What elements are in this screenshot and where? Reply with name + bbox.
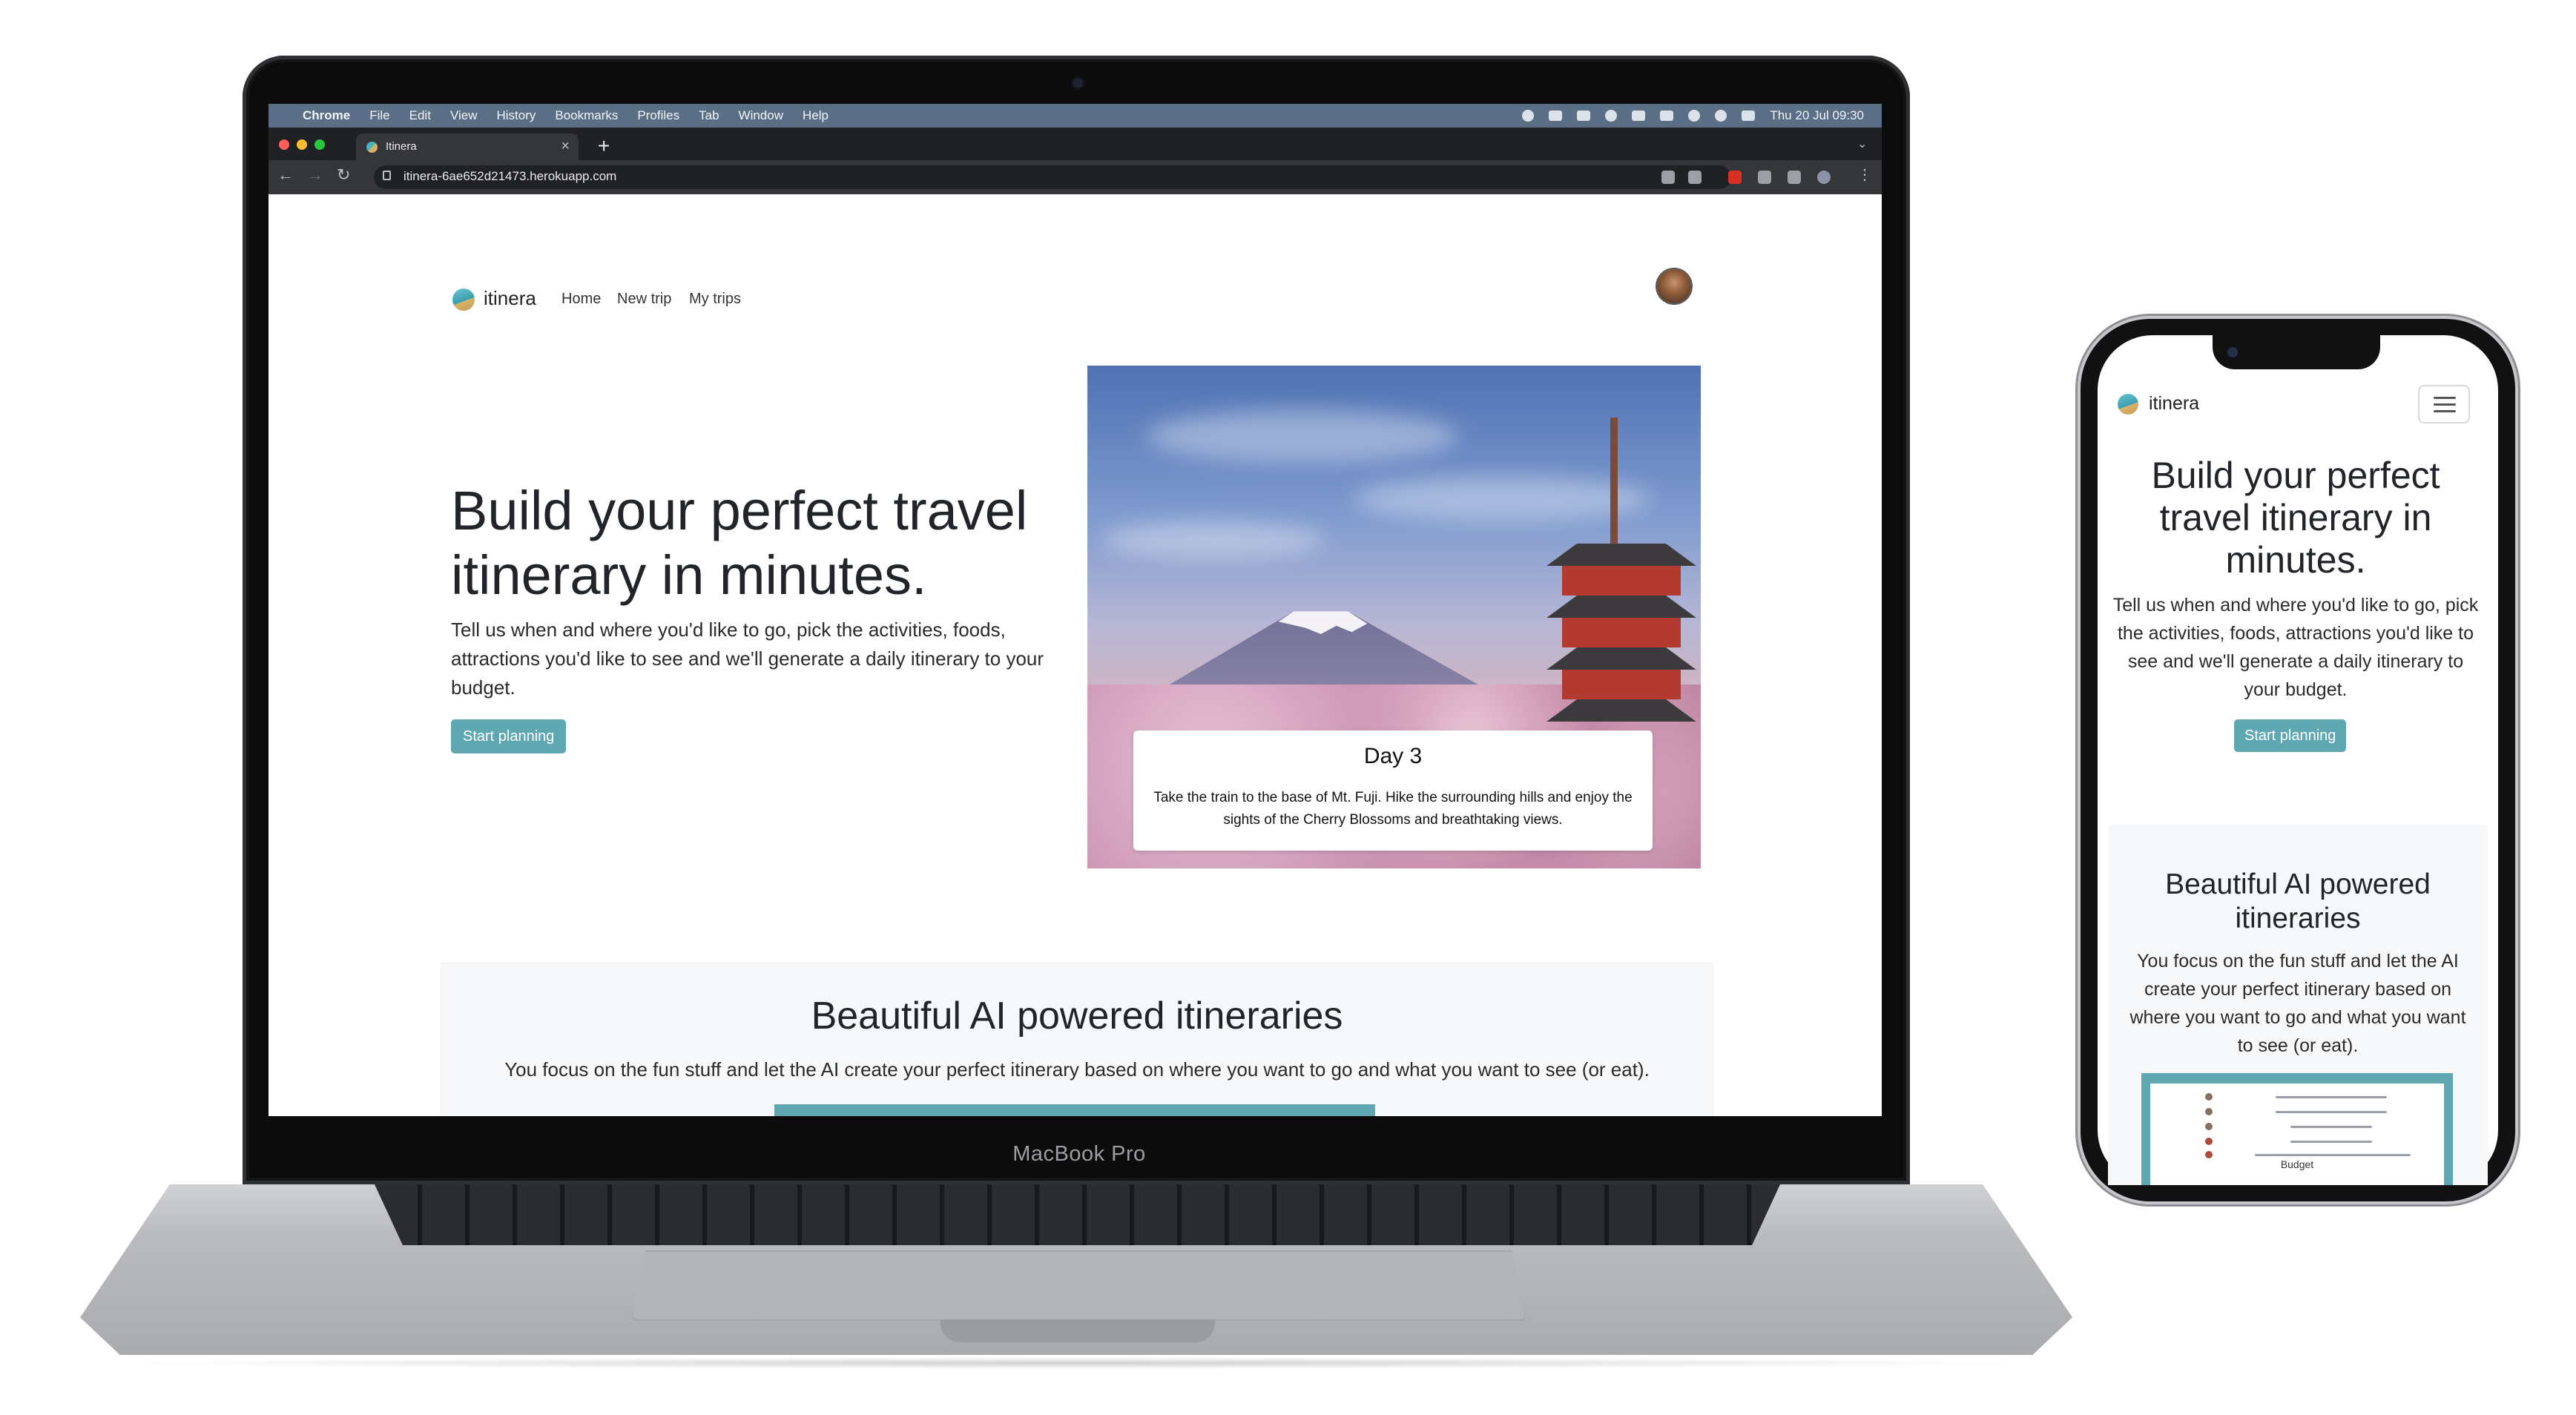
itinerary-day-card: Day 3 Take the train to the base of Mt. … — [1133, 730, 1653, 851]
feature-section — [440, 962, 1714, 1116]
control-center-icon[interactable] — [1742, 111, 1756, 121]
preview-list-marker-icon — [2205, 1123, 2213, 1130]
nav-new-trip[interactable]: New trip — [617, 291, 671, 308]
camera-icon — [1073, 78, 1083, 88]
phone-camera-icon — [2227, 347, 2238, 357]
notes-icon[interactable] — [1577, 111, 1591, 121]
day-card-text: Take the train to the base of Mt. Fuji. … — [1153, 790, 1633, 828]
side-panel-icon[interactable] — [1788, 171, 1801, 184]
menubar-datetime[interactable]: Thu 20 Jul 09:30 — [1770, 108, 1864, 123]
tab-title: Itinera — [386, 140, 417, 153]
itinera-favicon-icon — [366, 142, 378, 153]
laptop-brand-label: MacBook Pro — [1012, 1142, 1146, 1166]
extension-record-icon[interactable] — [1728, 171, 1742, 184]
feature-title: Beautiful AI powered itineraries — [811, 995, 1343, 1038]
browser-menu-icon[interactable]: ⋮ — [1857, 165, 1872, 184]
menu-bookmarks[interactable]: Bookmarks — [555, 108, 618, 123]
phone-brand-logo-text[interactable]: itinera — [2149, 393, 2199, 415]
battery-icon[interactable] — [1660, 111, 1674, 121]
menu-help[interactable]: Help — [803, 108, 829, 123]
laptop-shadow — [104, 1357, 2047, 1369]
mac-menubar: Chrome File Edit View History Bookmarks … — [269, 104, 1882, 128]
start-planning-button[interactable]: Start planning — [451, 719, 567, 753]
maximize-window-icon[interactable] — [314, 139, 325, 150]
forward-button[interactable]: → — [307, 165, 323, 185]
itinera-logo-icon[interactable] — [452, 288, 475, 311]
preview-list-marker-icon — [2205, 1093, 2213, 1101]
hamburger-icon — [2434, 397, 2456, 399]
back-button[interactable]: ← — [277, 165, 294, 185]
laptop-lid-notch — [941, 1320, 1215, 1342]
phone-itinera-logo-icon[interactable] — [2118, 394, 2138, 415]
browser-tab[interactable]: Itinera × — [356, 133, 579, 160]
glasses-icon[interactable] — [1549, 111, 1563, 121]
search-icon[interactable] — [1715, 110, 1727, 122]
bookmark-star-icon[interactable] — [1688, 171, 1702, 184]
record-icon[interactable] — [1522, 110, 1535, 122]
menu-window[interactable]: Window — [739, 108, 783, 123]
hero-image-mt-fuji: Day 3 Take the train to the base of Mt. … — [1087, 366, 1701, 868]
feature-preview-bar — [774, 1104, 1375, 1116]
nav-home[interactable]: Home — [561, 291, 601, 308]
reload-button[interactable]: ↻ — [337, 165, 350, 185]
hero-title: Build your perfect travel itinerary in m… — [451, 480, 1028, 606]
phone-start-planning-button[interactable]: Start planning — [2234, 719, 2347, 752]
laptop-keyboard — [375, 1184, 1780, 1245]
new-tab-button[interactable]: + — [598, 134, 610, 158]
close-window-icon[interactable] — [279, 139, 289, 150]
preview-list-marker-icon — [2205, 1138, 2213, 1145]
tab-search-chevron-icon[interactable]: ⌄ — [1857, 136, 1867, 151]
menubar-status-area: Thu 20 Jul 09:30 — [1522, 104, 1864, 128]
menu-edit[interactable]: Edit — [409, 108, 431, 123]
menu-profiles[interactable]: Profiles — [637, 108, 679, 123]
preview-list-marker-icon — [2205, 1108, 2213, 1115]
profile-avatar-icon[interactable] — [1817, 171, 1831, 184]
day-card-title: Day 3 — [1363, 744, 1423, 768]
share-icon[interactable] — [1661, 171, 1675, 184]
user-avatar[interactable] — [1657, 269, 1691, 303]
extensions-puzzle-icon[interactable] — [1758, 171, 1771, 184]
feature-subtitle: You focus on the fun stuff and let the A… — [504, 1058, 1650, 1081]
menu-tab[interactable]: Tab — [699, 108, 719, 123]
menu-history[interactable]: History — [496, 108, 536, 123]
phone-feature-title: Beautiful AI powered itineraries — [2165, 868, 2431, 934]
phone-hero-title: Build your perfect travel itinerary in m… — [2151, 455, 2440, 581]
phone-feature-subtitle: You focus on the fun stuff and let the A… — [2129, 951, 2466, 1056]
lock-icon[interactable] — [383, 171, 391, 180]
car-icon[interactable] — [1632, 111, 1646, 121]
laptop-trackpad — [632, 1250, 1526, 1321]
nav-my-trips[interactable]: My trips — [689, 291, 741, 308]
hero-subtitle: Tell us when and where you'd like to go,… — [451, 619, 1044, 699]
play-icon[interactable] — [1605, 110, 1618, 122]
brand-logo-text[interactable]: itinera — [484, 287, 536, 310]
phone-hero-subtitle: Tell us when and where you'd like to go,… — [2112, 595, 2479, 700]
minimize-window-icon[interactable] — [297, 139, 307, 150]
preview-list-marker-icon — [2205, 1151, 2213, 1158]
menu-chrome[interactable]: Chrome — [303, 108, 350, 123]
preview-budget-label: Budget — [2280, 1158, 2314, 1170]
menu-file[interactable]: File — [369, 108, 389, 123]
menu-view[interactable]: View — [450, 108, 478, 123]
tab-close-icon[interactable]: × — [561, 138, 570, 155]
url-text[interactable]: itinera-6ae652d21473.herokuapp.com — [403, 169, 616, 184]
wifi-icon[interactable] — [1688, 110, 1701, 122]
hamburger-menu-button[interactable] — [2418, 385, 2470, 423]
laptop-screen: Chrome File Edit View History Bookmarks … — [269, 104, 1882, 1116]
